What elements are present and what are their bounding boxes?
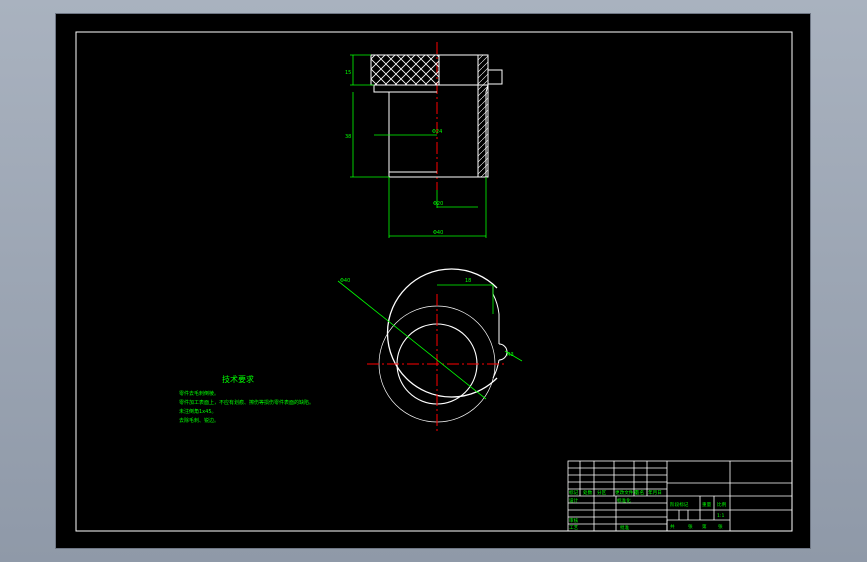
title-block: [567, 460, 793, 532]
tb-label-approve: 批准: [620, 524, 630, 531]
tb-scale-value: 1:1: [717, 513, 724, 519]
dim-text-left: 38: [345, 134, 351, 140]
tb-label-review: 审核: [569, 517, 579, 524]
tb-label-scale: 比例: [717, 501, 727, 508]
notch: [498, 343, 508, 361]
dim-text-inner: Φ24: [432, 129, 442, 135]
outer-right-edge: [492, 314, 500, 379]
tb-label-signature: 签名: [635, 489, 644, 496]
flat-edge-top: [492, 286, 500, 315]
drawing-frame: [75, 31, 793, 532]
knurled-head: [370, 54, 440, 86]
tech-note-line: 零件去毛刺倒棱。: [179, 390, 219, 397]
side-key: [487, 69, 503, 85]
dim-leader-diameter: [337, 280, 487, 400]
dim-text-diameter: Φ40: [340, 278, 350, 284]
tb-label-sheet: 张: [688, 523, 693, 530]
tech-note-line: 未注倒角1x45。: [179, 408, 217, 415]
top-view: Φ40 18 R3: [337, 268, 523, 434]
tb-label-stage-mark: 阶段标记: [670, 501, 689, 508]
tech-note-line: 去除毛刺、锐边。: [179, 417, 219, 424]
dim-text-notch: R3: [507, 352, 514, 358]
dim-text-bore: Φ20: [433, 201, 443, 207]
dim-text-top: 15: [345, 70, 351, 76]
tb-label-standardize: 标准化: [617, 497, 631, 504]
outer-circle: [386, 268, 498, 398]
tb-label-date: 年月日: [648, 489, 662, 496]
tb-label-count: 处数: [583, 489, 593, 496]
tb-label-design: 设计: [569, 497, 579, 504]
body-outline: [373, 84, 489, 178]
tech-note-line: 零件加工表面上，不应有划痕、擦伤等损伤零件表面的缺陷。: [179, 399, 314, 406]
tb-label-sheet-nth: 第: [702, 523, 707, 530]
tb-label-process: 工艺: [569, 525, 579, 531]
drawing-sheet: 15 38 Φ24 Φ20 Φ40 Φ40 18 R3 技术要求 零件去毛刺倒棱…: [55, 13, 811, 549]
tb-label-sheet-2: 张: [718, 523, 723, 530]
tb-label-marker: 标记: [569, 489, 579, 496]
dim-text-outer: Φ40: [433, 230, 443, 236]
tb-label-weight: 重量: [702, 501, 712, 508]
tb-label-sheets-total: 共: [670, 523, 675, 530]
section-wall-hatch: [477, 54, 489, 178]
tech-notes-title: 技术要求: [222, 374, 254, 384]
front-view: 15 38 Φ24 Φ20 Φ40: [345, 42, 503, 238]
tb-label-zone: 分区: [597, 489, 607, 496]
tech-notes: 技术要求 零件去毛刺倒棱。 零件加工表面上，不应有划痕、擦伤等损伤零件表面的缺陷…: [179, 374, 314, 424]
cad-drawing: 15 38 Φ24 Φ20 Φ40 Φ40 18 R3 技术要求 零件去毛刺倒棱…: [75, 31, 793, 532]
dim-text-width: 18: [465, 278, 471, 284]
